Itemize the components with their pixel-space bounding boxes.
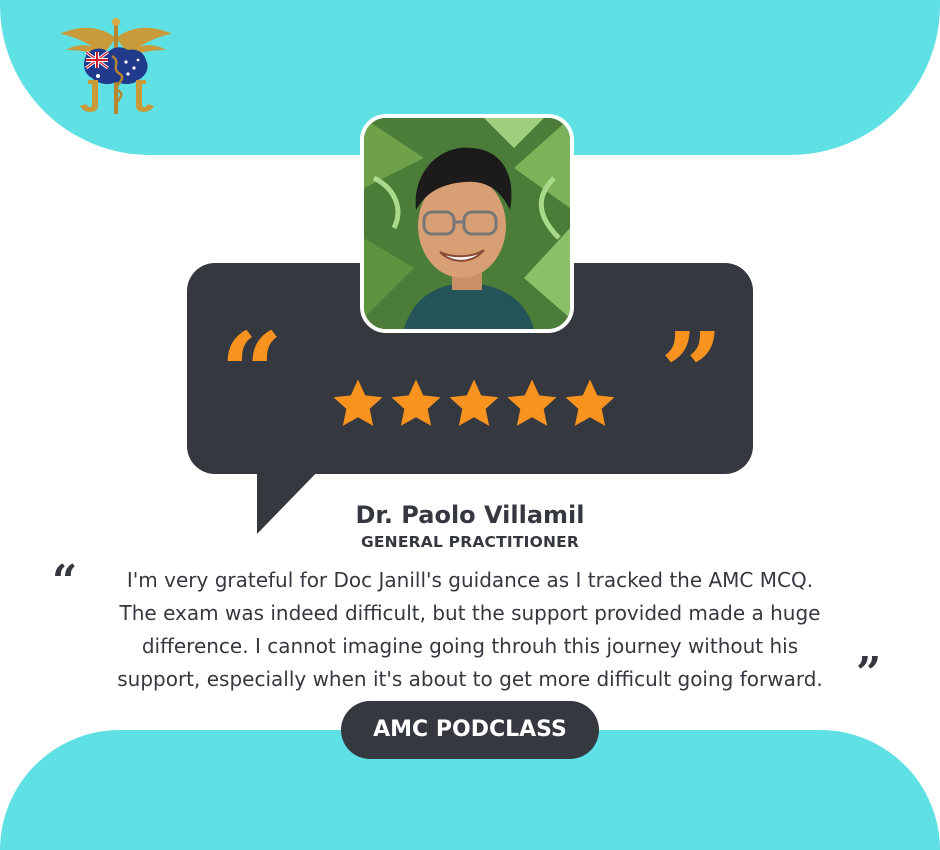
star-icon xyxy=(333,379,383,426)
reviewer-name: Dr. Paolo Villamil xyxy=(355,501,585,529)
testimonial-line: I'm very grateful for Doc Janill's guida… xyxy=(126,568,814,592)
star-icon xyxy=(507,379,557,426)
star-icon xyxy=(449,379,499,426)
open-quote-icon: “ xyxy=(220,308,284,437)
rating-stars xyxy=(330,376,620,432)
close-quote-small-icon: ” xyxy=(856,648,882,699)
testimonial-line: support, especially when it's about to g… xyxy=(117,667,823,691)
logo-icon xyxy=(60,18,172,114)
reviewer-role: GENERAL PRACTITIONER xyxy=(360,533,580,551)
star-icon xyxy=(565,379,615,426)
close-quote-icon: ” xyxy=(660,308,724,437)
open-quote-small-icon: “ xyxy=(52,556,78,607)
profile-photo xyxy=(360,114,574,333)
profile-photo-image xyxy=(364,118,570,329)
star-icon xyxy=(391,379,441,426)
amc-podclass-badge: AMC PODCLASS xyxy=(341,701,599,759)
testimonial-text: I'm very grateful for Doc Janill's guida… xyxy=(85,564,855,696)
testimonial-line: The exam was indeed difficult, but the s… xyxy=(119,601,821,625)
testimonial-line: difference. I cannot imagine going throu… xyxy=(141,634,799,658)
